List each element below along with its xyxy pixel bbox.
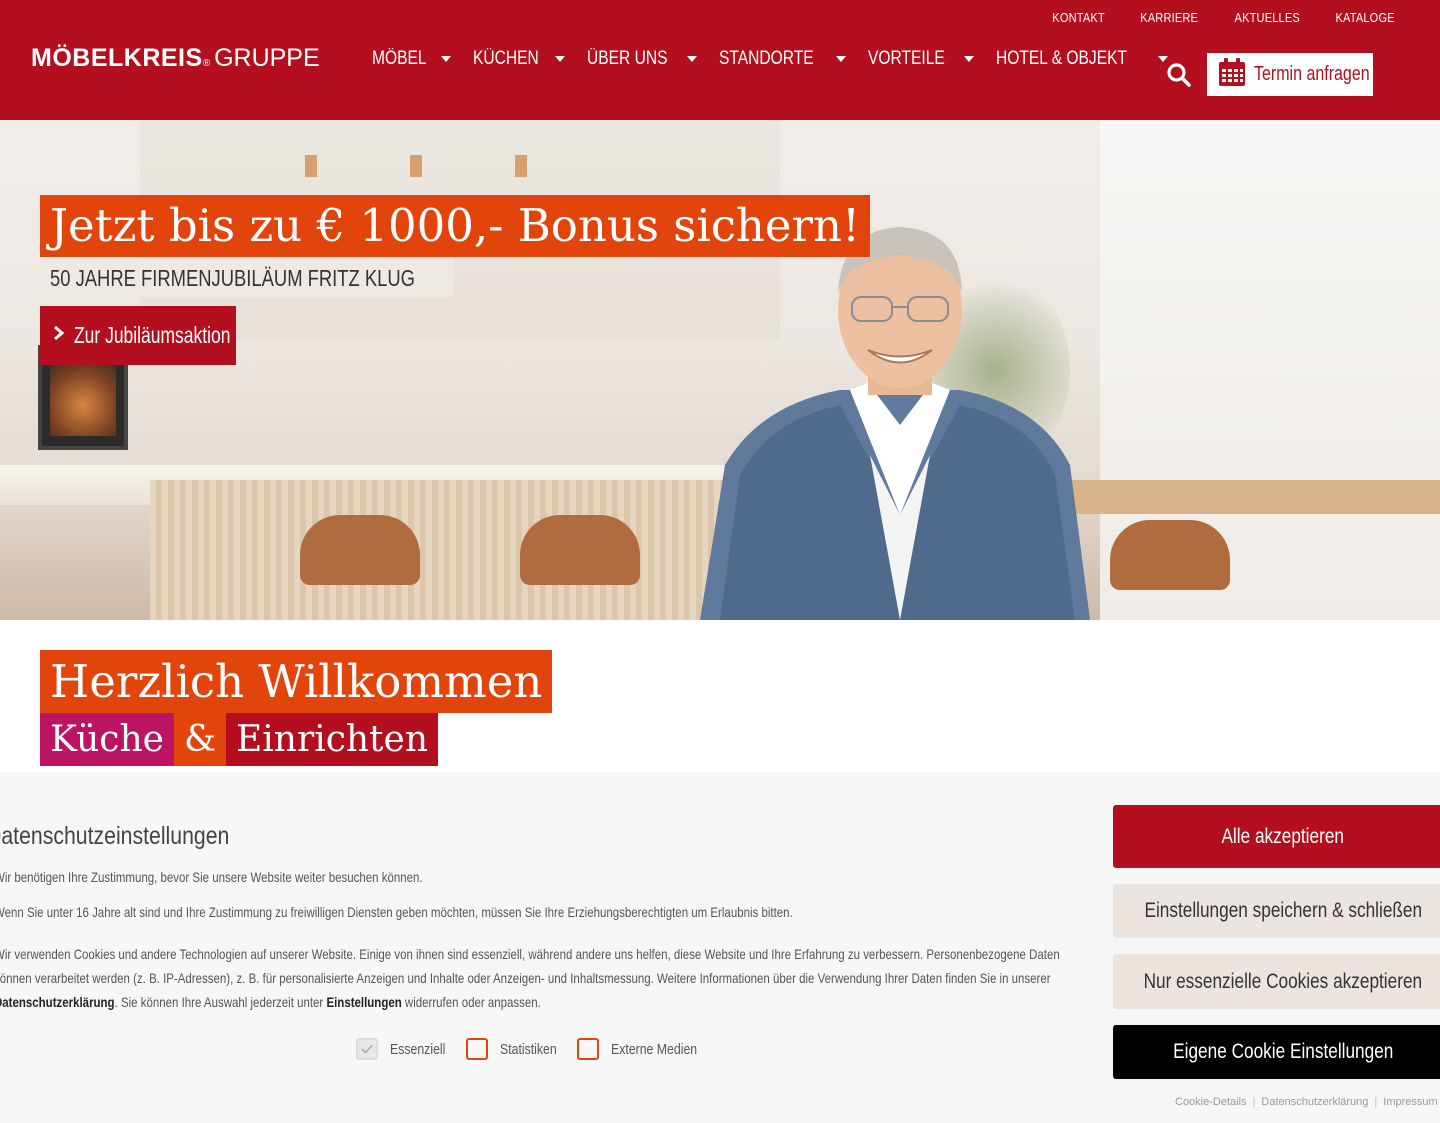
search-icon[interactable] [1166, 62, 1192, 88]
hero-subtitle: 50 JAHRE FIRMENJUBILÄUM FRITZ KLUG [40, 259, 455, 297]
cookie-text-details-b: . Sie können Ihre Auswahl jederzeit unte… [114, 994, 327, 1010]
caret-down-icon [964, 56, 975, 62]
checkbox-essenziell[interactable]: Essenziell [356, 1038, 450, 1060]
save-settings-button[interactable]: Einstellungen speichern & schließen [1113, 884, 1440, 938]
separator: | [1252, 1096, 1256, 1108]
datenschutzerklaerung-link[interactable]: Datenschutzerklärung [1261, 1096, 1368, 1108]
termin-anfragen-button[interactable]: Termin anfragen [1207, 53, 1373, 96]
nav-item-label: MÖBEL [372, 48, 427, 69]
save-settings-label: Einstellungen speichern & schließen [1144, 899, 1422, 922]
chevron-right-icon [52, 325, 66, 346]
topnav-karriere[interactable]: KARRIERE [1140, 10, 1198, 25]
cookie-heading: Datenschutzeinstellungen [0, 822, 230, 850]
datenschutz-link[interactable]: Datenschutzerklärung [0, 994, 115, 1010]
cookie-text-details-c: widerrufen oder anpassen. [401, 994, 541, 1010]
logo[interactable]: MÖBELKREIS ® GRUPPE [31, 44, 320, 73]
check-icon [361, 1044, 373, 1054]
accept-essential-label: Nur essenzielle Cookies akzeptieren [1143, 969, 1423, 993]
separator: | [1374, 1096, 1378, 1108]
nav-item-label: STANDORTE [718, 48, 814, 69]
nav-item-label: HOTEL & OBJEKT [996, 48, 1128, 69]
welcome-sub-ampersand: & [173, 713, 226, 766]
kitchen-island [150, 480, 730, 620]
bar-stool [520, 515, 640, 585]
accept-all-button[interactable]: Alle akzeptieren [1113, 805, 1440, 868]
jubilaeumsaktion-label: Zur Jubiläumsaktion [74, 322, 231, 348]
termin-anfragen-label: Termin anfragen [1254, 63, 1370, 85]
nav-item-label: VORTEILE [868, 48, 946, 69]
nav-item-hotel-objekt[interactable]: HOTEL & OBJEKT [996, 48, 1168, 70]
welcome-subtitle: Küche & Einrichten [40, 713, 439, 766]
checkbox-label: Externe Medien [610, 1040, 697, 1058]
jubilaeumsaktion-button[interactable]: Zur Jubiläumsaktion [40, 306, 236, 365]
logo-registered: ® [202, 58, 211, 69]
cookie-categories: Essenziell Statistiken Externe Medien [356, 1038, 708, 1060]
caret-down-icon [440, 56, 451, 62]
nav-item-kuechen[interactable]: KÜCHEN [473, 48, 565, 70]
checkbox-box [576, 1038, 599, 1060]
cookie-text-consent: Wir benötigen Ihre Zustimmung, bevor Sie… [0, 869, 423, 885]
bar-stool [300, 515, 420, 585]
accept-essential-button[interactable]: Nur essenzielle Cookies akzeptieren [1113, 954, 1440, 1009]
portrait-person-image [700, 227, 1090, 620]
dining-chair [1110, 520, 1230, 590]
custom-settings-button[interactable]: Eigene Cookie Einstellungen [1113, 1025, 1440, 1079]
top-navigation: KONTAKT KARRIERE AKTUELLES KATALOGE [1043, 10, 1395, 25]
nav-item-moebel[interactable]: MÖBEL [372, 48, 451, 70]
main-navigation: MÖBEL KÜCHEN ÜBER UNS STANDORTE VORTEILE… [372, 48, 1168, 70]
custom-settings-label: Eigene Cookie Einstellungen [1172, 1040, 1394, 1063]
checkbox-statistiken[interactable]: Statistiken [465, 1038, 561, 1060]
topnav-aktuelles[interactable]: AKTUELLES [1235, 10, 1300, 25]
accept-all-label: Alle akzeptieren [1221, 824, 1345, 848]
cookie-text-details-a: Wir verwenden Cookies und andere Technol… [0, 946, 1060, 986]
pendant-lamp [410, 155, 422, 177]
nav-item-standorte[interactable]: STANDORTE [718, 48, 847, 70]
cookie-footer-links: Cookie-Details | Datenschutzerklärung | … [1175, 1096, 1438, 1108]
welcome-sub-kueche: Küche [40, 713, 174, 766]
caret-down-icon [686, 56, 697, 62]
checkbox-label: Statistiken [499, 1040, 557, 1058]
nav-item-label: KÜCHEN [472, 48, 539, 69]
checkbox-box [356, 1038, 378, 1060]
einstellungen-link[interactable]: Einstellungen [326, 994, 401, 1010]
checkbox-label: Essenziell [390, 1040, 446, 1058]
caret-down-icon [836, 56, 847, 62]
hero-subtitle-text: 50 JAHRE FIRMENJUBILÄUM FRITZ KLUG [50, 265, 415, 291]
cookie-text-details: Wir verwenden Cookies und andere Technol… [0, 942, 1076, 1014]
hero-title: Jetzt bis zu € 1000,- Bonus sichern! [40, 195, 871, 257]
hero-banner: Jetzt bis zu € 1000,- Bonus sichern! 50 … [0, 120, 1440, 620]
pendant-lamp [515, 155, 527, 177]
welcome-title: Herzlich Willkommen [40, 650, 553, 713]
logo-group: GRUPPE [214, 44, 320, 72]
topnav-kataloge[interactable]: KATALOGE [1336, 10, 1395, 25]
site-header: KONTAKT KARRIERE AKTUELLES KATALOGE MÖBE… [0, 0, 1440, 120]
nav-item-ueber-uns[interactable]: ÜBER UNS [587, 48, 697, 70]
calendar-icon [1218, 57, 1246, 92]
cookie-consent-banner: Datenschutzeinstellungen Wir benötigen I… [0, 772, 1440, 1123]
pendant-lamp [305, 155, 317, 177]
cookie-details-link[interactable]: Cookie-Details [1175, 1096, 1247, 1108]
dining-table [1060, 480, 1440, 514]
checkbox-externe-medien[interactable]: Externe Medien [576, 1038, 708, 1060]
nav-item-label: ÜBER UNS [586, 48, 668, 69]
impressum-link[interactable]: Impressum [1383, 1096, 1437, 1108]
nav-item-vorteile[interactable]: VORTEILE [868, 48, 975, 70]
caret-down-icon [554, 56, 565, 62]
welcome-sub-einrichten: Einrichten [226, 713, 439, 766]
topnav-kontakt[interactable]: KONTAKT [1053, 10, 1106, 25]
logo-brand: MÖBELKREIS [31, 44, 203, 72]
checkbox-box [465, 1038, 488, 1060]
cookie-text-age: Wenn Sie unter 16 Jahre alt sind und Ihr… [0, 904, 793, 920]
